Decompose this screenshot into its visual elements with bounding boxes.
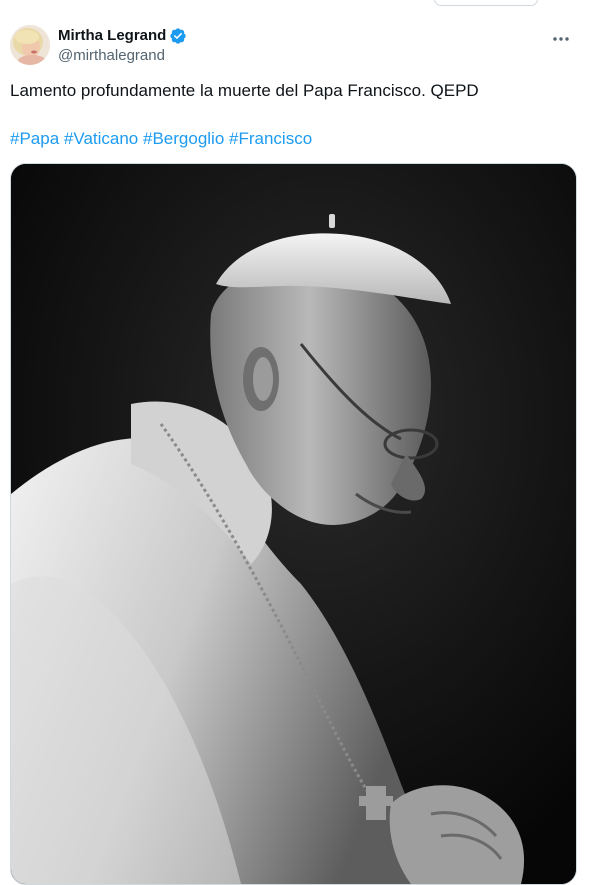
tweet-photo[interactable] (10, 163, 577, 885)
photo-portrait (11, 164, 576, 884)
verified-badge-icon[interactable] (169, 27, 187, 45)
author-handle[interactable]: @mirthalegrand (58, 46, 187, 65)
author-display-name[interactable]: Mirtha Legrand (58, 26, 166, 45)
hashtag-list: #Papa #Vaticano #Bergoglio #Francisco (10, 128, 580, 150)
hashtag-link[interactable]: #Bergoglio (143, 129, 224, 148)
hashtag-link[interactable]: #Vaticano (64, 129, 138, 148)
top-partial-button[interactable] (434, 0, 538, 6)
avatar[interactable] (10, 25, 50, 65)
author-names: Mirtha Legrand @mirthalegrand (58, 26, 187, 65)
hashtag-link[interactable]: #Francisco (229, 129, 312, 148)
tweet-header: Mirtha Legrand @mirthalegrand (10, 22, 584, 68)
display-name-row: Mirtha Legrand (58, 26, 187, 45)
tweet-text: Lamento profundamente la muerte del Papa… (10, 81, 479, 100)
more-icon[interactable] (550, 28, 572, 50)
avatar-image (10, 25, 50, 65)
hashtag-link[interactable]: #Papa (10, 129, 59, 148)
